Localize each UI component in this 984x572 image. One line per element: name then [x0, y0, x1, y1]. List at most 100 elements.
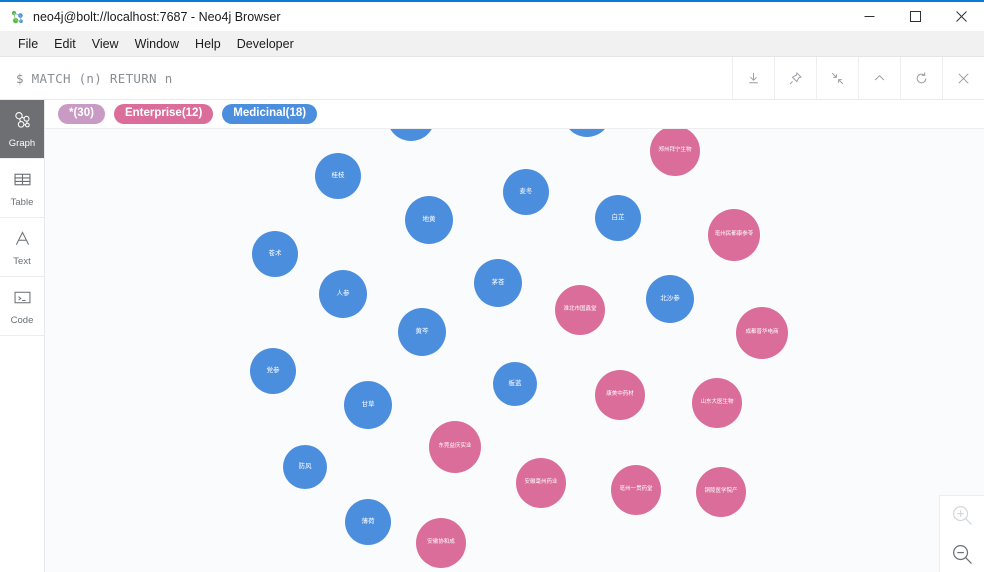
graph-node[interactable]: 三七: [387, 129, 435, 141]
maximize-button[interactable]: [892, 2, 938, 31]
graph-node[interactable]: 人参: [319, 270, 367, 318]
text-icon: [12, 228, 33, 254]
query-editor-bar: $ MATCH (n) RETURN n: [0, 57, 984, 100]
menu-item-edit[interactable]: Edit: [46, 34, 84, 54]
legend-pill-all[interactable]: *(30): [58, 104, 105, 124]
graph-node[interactable]: 成都普华电商: [736, 307, 788, 359]
graph-node[interactable]: 郑州拜宁生物: [650, 129, 700, 176]
graph-node[interactable]: 薄荷: [345, 499, 391, 545]
graph-node[interactable]: 安徽毫州药业: [516, 458, 566, 508]
graph-node-label: 北沙参: [660, 294, 680, 302]
menu-item-developer[interactable]: Developer: [229, 34, 302, 54]
neo4j-logo-icon: [9, 9, 25, 25]
graph-node-label: 板蓝: [508, 379, 522, 387]
graph-node-label: 郑州拜宁生物: [658, 147, 692, 154]
graph-node-label: 成都普华电商: [745, 329, 779, 336]
graph-node-label: 党参: [266, 366, 280, 374]
graph-node[interactable]: 北沙参: [646, 275, 694, 323]
graph-node[interactable]: 党参: [250, 348, 296, 394]
legend-row: *(30) Enterprise(12) Medicinal(18): [45, 100, 984, 129]
graph-node-label: 康美中药材: [606, 391, 634, 398]
graph-node[interactable]: 亳州一贯药堂: [611, 465, 661, 515]
graph-canvas[interactable]: 三七 当归桂枝麦冬地黄 白芷苍术人参 茅苍北沙参黄芩党参甘草 板蓝防风薄荷 郑州拜宁生物亳…: [45, 129, 984, 572]
graph-view: *(30) Enterprise(12) Medicinal(18) 三七 当归桂…: [45, 100, 984, 572]
graph-node-label: 薄荷: [361, 517, 375, 525]
graph-node[interactable]: 当归: [563, 129, 611, 137]
menu-item-window[interactable]: Window: [127, 34, 187, 54]
menu-item-help[interactable]: Help: [187, 34, 229, 54]
graph-node-label: 黄芩: [415, 327, 429, 335]
graph-node-label: 铜陵医学院产: [704, 488, 738, 495]
graph-node[interactable]: 东莞益庆实业: [429, 421, 481, 473]
menu-item-view[interactable]: View: [84, 34, 127, 54]
sidebar-item-table[interactable]: Table: [0, 159, 44, 218]
zoom-controls: [939, 495, 984, 572]
graph-node-label: 东莞益庆实业: [438, 443, 472, 450]
sidebar-item-graph-label: Graph: [8, 137, 36, 149]
cypher-query-display[interactable]: $ MATCH (n) RETURN n: [0, 57, 732, 99]
menu-bar: File Edit View Window Help Developer: [0, 31, 984, 57]
graph-node[interactable]: 防风: [283, 445, 327, 489]
graph-icon: [12, 110, 33, 136]
sidebar-item-code[interactable]: Code: [0, 277, 44, 336]
graph-node-label: 安徽毫州药业: [524, 479, 558, 486]
legend-pill-medicinal[interactable]: Medicinal(18): [222, 104, 318, 124]
graph-node-label: 山东大医生物: [700, 399, 734, 406]
graph-node[interactable]: 山东大医生物: [692, 378, 742, 428]
graph-node[interactable]: 亳州民都康参苓: [708, 209, 760, 261]
window-controls: [846, 2, 984, 31]
download-button[interactable]: [732, 57, 774, 99]
graph-node[interactable]: 地黄: [405, 196, 453, 244]
close-frame-button[interactable]: [942, 57, 984, 99]
view-sidebar: Graph Table Text Code: [0, 100, 45, 572]
graph-node[interactable]: 苍术: [252, 231, 298, 277]
graph-node-label: 亳州一贯药堂: [619, 486, 653, 493]
graph-node-label: 甘草: [361, 400, 375, 408]
refresh-button[interactable]: [900, 57, 942, 99]
pin-button[interactable]: [774, 57, 816, 99]
close-button[interactable]: [938, 2, 984, 31]
window-title: neo4j@bolt://localhost:7687 - Neo4j Brow…: [33, 9, 281, 24]
expand-up-button[interactable]: [858, 57, 900, 99]
graph-node[interactable]: 安徽协和成: [416, 518, 466, 568]
legend-pill-enterprise[interactable]: Enterprise(12): [113, 104, 214, 124]
graph-node-label: 苍术: [268, 249, 282, 257]
graph-node-label: 白芷: [611, 213, 625, 221]
graph-node[interactable]: 白芷: [595, 195, 641, 241]
graph-node-label: 麦冬: [519, 187, 533, 195]
neo4j-browser-window: neo4j@bolt://localhost:7687 - Neo4j Brow…: [0, 0, 984, 572]
query-prompt: $: [16, 70, 24, 86]
graph-node[interactable]: 铜陵医学院产: [696, 467, 746, 517]
menu-item-file[interactable]: File: [10, 34, 46, 54]
sidebar-item-text[interactable]: Text: [0, 218, 44, 277]
zoom-out-button[interactable]: [940, 535, 984, 572]
graph-node-label: 防风: [298, 462, 312, 470]
graph-node[interactable]: 黄芩: [398, 308, 446, 356]
graph-node-label: 地黄: [422, 215, 436, 223]
graph-node-label: 茅苍: [491, 278, 505, 286]
title-bar-left: neo4j@bolt://localhost:7687 - Neo4j Brow…: [0, 9, 281, 25]
sidebar-item-text-label: Text: [13, 255, 31, 267]
graph-node[interactable]: 淮北市国鑫堂: [555, 285, 605, 335]
sidebar-item-code-label: Code: [10, 314, 34, 326]
graph-node[interactable]: 板蓝: [493, 362, 537, 406]
graph-node[interactable]: 康美中药材: [595, 370, 645, 420]
table-icon: [12, 169, 33, 195]
frame-actions: [732, 57, 984, 99]
graph-node[interactable]: 茅苍: [474, 259, 522, 307]
minimize-button[interactable]: [846, 2, 892, 31]
graph-node[interactable]: 甘草: [344, 381, 392, 429]
graph-node-label: 淮北市国鑫堂: [563, 306, 597, 313]
collapse-button[interactable]: [816, 57, 858, 99]
zoom-in-button[interactable]: [940, 496, 984, 535]
graph-node[interactable]: 麦冬: [503, 169, 549, 215]
title-bar: neo4j@bolt://localhost:7687 - Neo4j Brow…: [0, 2, 984, 31]
graph-node-label: 安徽协和成: [427, 539, 455, 546]
sidebar-item-graph[interactable]: Graph: [0, 100, 44, 159]
graph-node-label: 亳州民都康参苓: [714, 231, 754, 238]
sidebar-item-table-label: Table: [10, 196, 34, 208]
frame-body: Graph Table Text Code *(30) Enterprise(1…: [0, 100, 984, 572]
code-icon: [12, 287, 33, 313]
graph-node[interactable]: 桂枝: [315, 153, 361, 199]
query-text: MATCH (n) RETURN n: [31, 70, 173, 86]
